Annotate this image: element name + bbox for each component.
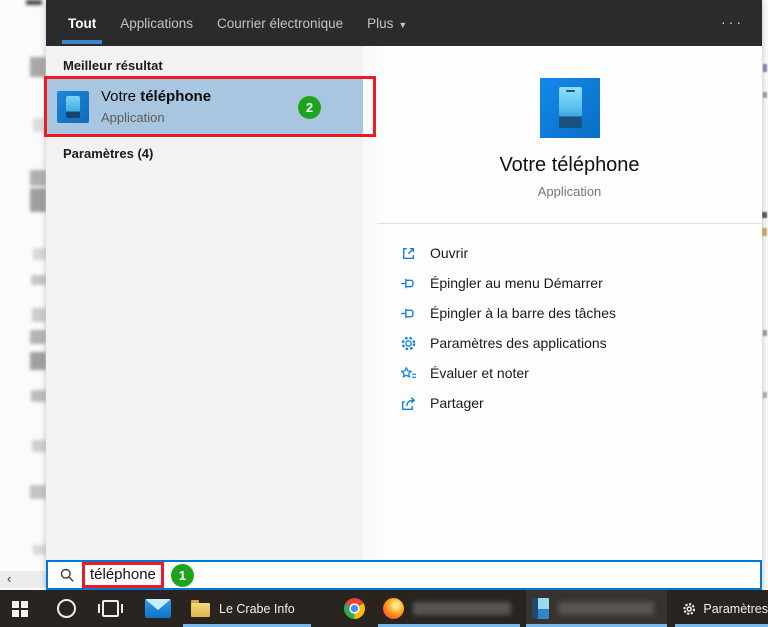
detail-panel: Votre téléphone Application Ouvrir Éping… xyxy=(377,46,762,560)
page-text-fragment xyxy=(30,330,46,344)
action-label: Évaluer et noter xyxy=(430,365,529,381)
tab-plus-label: Plus xyxy=(367,15,394,31)
search-box[interactable]: téléphone 1 xyxy=(46,560,762,590)
annotation-red-box-result xyxy=(44,76,376,137)
tab-applications[interactable]: Applications xyxy=(120,16,193,31)
open-icon xyxy=(400,245,417,262)
folder-label: Le Crabe Info xyxy=(219,601,295,616)
task-view-icon xyxy=(98,600,123,617)
action-list: Ouvrir Épingler au menu Démarrer Épingle… xyxy=(377,238,762,418)
task-view-button[interactable] xyxy=(98,590,123,627)
folder-icon xyxy=(191,599,210,617)
action-label: Paramètres des applications xyxy=(430,335,607,351)
action-label: Épingler à la barre des tâches xyxy=(430,305,616,321)
page-text-fragment xyxy=(26,0,42,5)
blurred-window-title xyxy=(558,602,654,615)
detail-title: Votre téléphone xyxy=(499,154,640,176)
action-label: Épingler au menu Démarrer xyxy=(430,275,603,291)
page-text-fragment xyxy=(31,275,46,285)
page-text-fragment xyxy=(30,188,46,212)
page-text-fragment xyxy=(762,212,767,218)
action-epingler-barre-taches[interactable]: Épingler à la barre des tâches xyxy=(377,298,762,328)
search-query-text: téléphone xyxy=(90,566,156,583)
page-text-fragment xyxy=(763,330,767,336)
firefox-icon xyxy=(383,598,404,619)
action-label: Partager xyxy=(430,395,484,411)
your-phone-icon xyxy=(532,598,549,619)
windows-search-flyout: Tout Applications Courrier électronique … xyxy=(44,0,762,590)
cortana-circle-icon xyxy=(57,599,76,618)
action-epingler-menu-demarrer[interactable]: Épingler au menu Démarrer xyxy=(377,268,762,298)
page-text-fragment xyxy=(32,440,46,452)
folder-taskbar-button[interactable]: Le Crabe Info xyxy=(183,590,311,627)
page-horizontal-scrollbar[interactable]: ‹ xyxy=(0,571,46,588)
best-result-section-title: Meilleur résultat xyxy=(63,58,163,73)
pin-icon xyxy=(400,275,417,292)
blurred-window-title xyxy=(413,602,511,615)
chrome-button[interactable] xyxy=(344,590,365,627)
mail-icon xyxy=(145,599,171,618)
detail-subtitle: Application xyxy=(537,184,602,199)
search-input[interactable]: téléphone xyxy=(82,562,164,588)
page-text-fragment xyxy=(32,308,46,322)
page-text-fragment xyxy=(30,352,46,370)
your-phone-taskbar-button[interactable] xyxy=(526,590,667,627)
page-text-fragment xyxy=(33,545,46,555)
action-ouvrir[interactable]: Ouvrir xyxy=(377,238,762,268)
more-options-icon[interactable]: ··· xyxy=(721,14,744,30)
windows-logo-icon xyxy=(12,600,28,617)
page-text-fragment xyxy=(763,64,767,72)
action-partager[interactable]: Partager xyxy=(377,388,762,418)
taskbar: Le Crabe Info Paramètres xyxy=(0,590,768,627)
page-text-fragment xyxy=(30,57,46,77)
page-text-fragment xyxy=(30,170,46,186)
tab-courrier-electronique[interactable]: Courrier électronique xyxy=(217,16,343,31)
gear-icon xyxy=(683,602,696,615)
tab-tout[interactable]: Tout xyxy=(61,16,103,44)
divider xyxy=(377,223,762,224)
mail-button[interactable] xyxy=(145,590,171,627)
chrome-icon xyxy=(344,598,365,619)
action-label: Ouvrir xyxy=(430,245,469,261)
page-text-fragment xyxy=(33,248,46,260)
start-button[interactable] xyxy=(12,590,28,627)
action-parametres-applications[interactable]: Paramètres des applications xyxy=(377,328,762,358)
page-text-fragment xyxy=(762,228,767,236)
settings-section-title: Paramètres (4) xyxy=(63,146,154,161)
search-header: Tout Applications Courrier électronique … xyxy=(46,0,762,46)
gear-icon xyxy=(400,335,417,352)
share-icon xyxy=(400,395,417,412)
page-text-fragment xyxy=(763,92,767,98)
firefox-taskbar-button[interactable] xyxy=(378,590,520,627)
cortana-button[interactable] xyxy=(57,590,76,627)
search-icon xyxy=(60,568,74,582)
annotation-step-badge-1: 1 xyxy=(170,563,194,587)
scroll-left-arrow-icon[interactable]: ‹ xyxy=(7,571,11,586)
your-phone-hero-icon xyxy=(539,78,600,138)
settings-taskbar-button[interactable]: Paramètres xyxy=(675,590,768,627)
settings-label: Paramètres xyxy=(703,601,768,616)
page-text-fragment xyxy=(31,390,46,402)
pin-icon xyxy=(400,305,417,322)
chevron-down-icon: ▼ xyxy=(398,19,408,30)
tab-plus[interactable]: Plus ▼ xyxy=(367,16,407,31)
action-evaluer-noter[interactable]: Évaluer et noter xyxy=(377,358,762,388)
rate-icon xyxy=(400,365,417,382)
page-text-fragment xyxy=(30,485,46,499)
page-text-fragment xyxy=(763,392,767,398)
